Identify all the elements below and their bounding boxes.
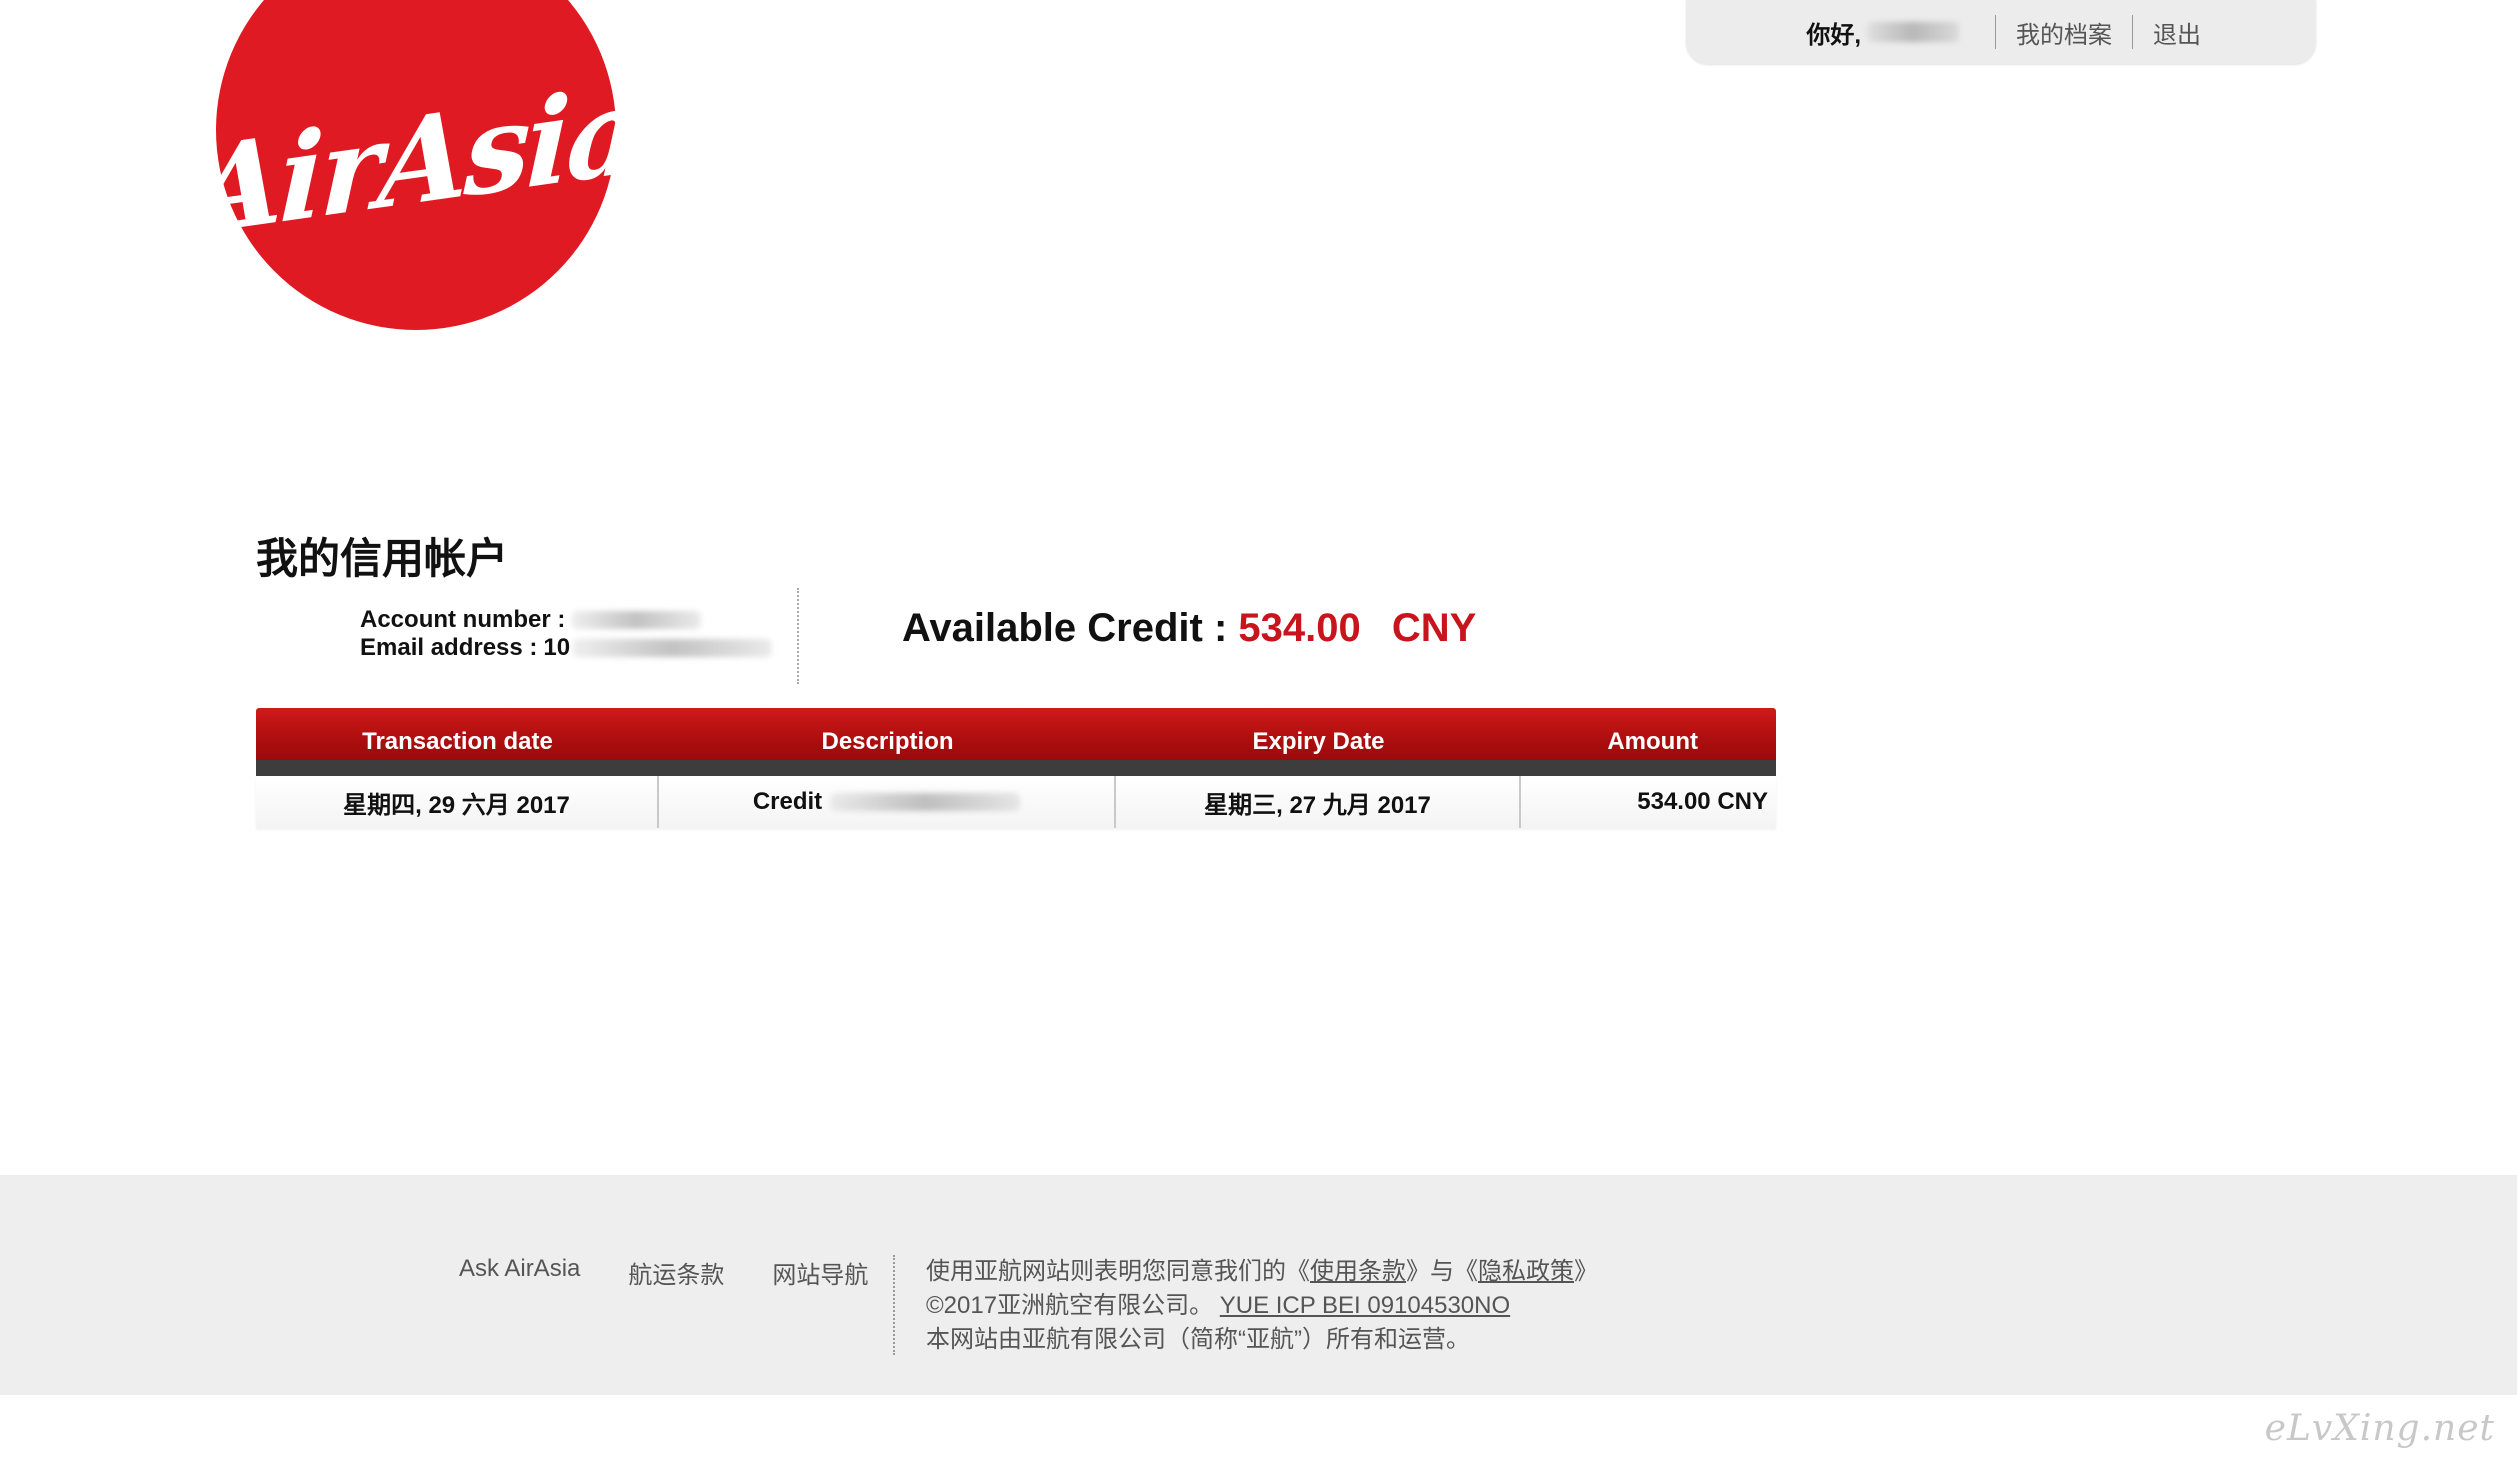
redacted-account-number bbox=[571, 611, 702, 629]
credit-value: 534.00 bbox=[1238, 606, 1361, 650]
header-description: Description bbox=[821, 728, 954, 755]
account-number-label: Account number : bbox=[360, 606, 566, 633]
cell-expiry-date: 星期三, 27 九月 2017 bbox=[1116, 776, 1521, 828]
available-credit: Available Credit : 534.00 CNY bbox=[902, 606, 1476, 651]
table-row: 星期四, 29 六月 2017 Credit 星期三, 27 九月 2017 5… bbox=[256, 776, 1776, 828]
airasia-logo[interactable]: AirAsia bbox=[191, 0, 641, 330]
footer-line-2: ©2017亚洲航空有限公司。 YUE ICP BEI 09104530NO bbox=[926, 1289, 1598, 1323]
greeting: 你好, bbox=[1806, 21, 1861, 49]
footer-line-3: 本网站由亚航有限公司（简称“亚航”）所有和运营。 bbox=[926, 1326, 1470, 1353]
email-line: Email address : 10 bbox=[360, 634, 773, 662]
page-title: 我的信用帐户 bbox=[256, 535, 509, 582]
table-header: Transaction date Description Expiry Date… bbox=[256, 708, 1776, 760]
terms-of-use-link[interactable]: 使用条款 bbox=[1310, 1258, 1406, 1285]
page: AirAsia 你好, 我的档案 退出 我的信用帐户 Account numbe… bbox=[0, 0, 2517, 1467]
user-bar: 你好, 我的档案 退出 bbox=[1686, 0, 2316, 64]
email-prefix: 10 bbox=[543, 634, 571, 661]
credit-currency: CNY bbox=[1391, 606, 1477, 650]
profile-link[interactable]: 我的档案 bbox=[2016, 15, 2112, 50]
divider bbox=[1995, 15, 1996, 49]
footer-links: Ask AirAsia 航运条款 网站导航 bbox=[459, 1255, 916, 1290]
logo-text: AirAsia bbox=[190, 58, 642, 262]
header-amount: Amount bbox=[1607, 728, 1698, 755]
redacted-description bbox=[830, 793, 1021, 811]
footer-link-ask-airasia[interactable]: Ask AirAsia bbox=[459, 1255, 580, 1290]
footer-divider bbox=[893, 1255, 895, 1355]
description-text: Credit bbox=[752, 788, 823, 815]
icp-link[interactable]: YUE ICP BEI 09104530NO bbox=[1220, 1292, 1510, 1319]
logout-link[interactable]: 退出 bbox=[2153, 15, 2201, 50]
divider bbox=[2132, 15, 2133, 49]
email-label: Email address : bbox=[360, 634, 538, 661]
account-number-line: Account number : bbox=[360, 606, 772, 634]
footer-link-terms-of-carriage[interactable]: 航运条款 bbox=[628, 1255, 724, 1290]
header-strip bbox=[256, 760, 1776, 776]
cell-description: Credit bbox=[659, 776, 1116, 828]
privacy-policy-link[interactable]: 隐私政策 bbox=[1478, 1258, 1574, 1285]
header-expiry-date: Expiry Date bbox=[1252, 728, 1385, 755]
cell-transaction-date: 星期四, 29 六月 2017 bbox=[256, 776, 659, 828]
watermark: eLvXing.net bbox=[2264, 1408, 2495, 1449]
info-divider bbox=[797, 588, 799, 684]
footer-legal: 使用亚航网站则表明您同意我们的《使用条款》与《隐私政策》 ©2017亚洲航空有限… bbox=[926, 1255, 1598, 1357]
footer: Ask AirAsia 航运条款 网站导航 使用亚航网站则表明您同意我们的《使用… bbox=[0, 1175, 2517, 1395]
footer-link-sitemap[interactable]: 网站导航 bbox=[772, 1255, 868, 1290]
footer-line-1: 使用亚航网站则表明您同意我们的《使用条款》与《隐私政策》 bbox=[926, 1255, 1598, 1289]
credit-label: Available Credit : bbox=[902, 606, 1228, 650]
footer-line-1-suffix: 》 bbox=[1574, 1258, 1598, 1285]
transactions-table: Transaction date Description Expiry Date… bbox=[256, 708, 1776, 828]
footer-line-1-prefix: 使用亚航网站则表明您同意我们的《 bbox=[926, 1258, 1310, 1285]
account-info: Account number : Email address : 10 bbox=[360, 606, 773, 662]
footer-line-1-mid: 》与《 bbox=[1406, 1258, 1478, 1285]
redacted-username bbox=[1867, 22, 1959, 42]
redacted-email bbox=[572, 639, 773, 657]
header-transaction-date: Transaction date bbox=[362, 728, 553, 755]
cell-amount: 534.00 CNY bbox=[1637, 788, 1768, 815]
copyright-text: ©2017亚洲航空有限公司。 bbox=[926, 1292, 1220, 1319]
